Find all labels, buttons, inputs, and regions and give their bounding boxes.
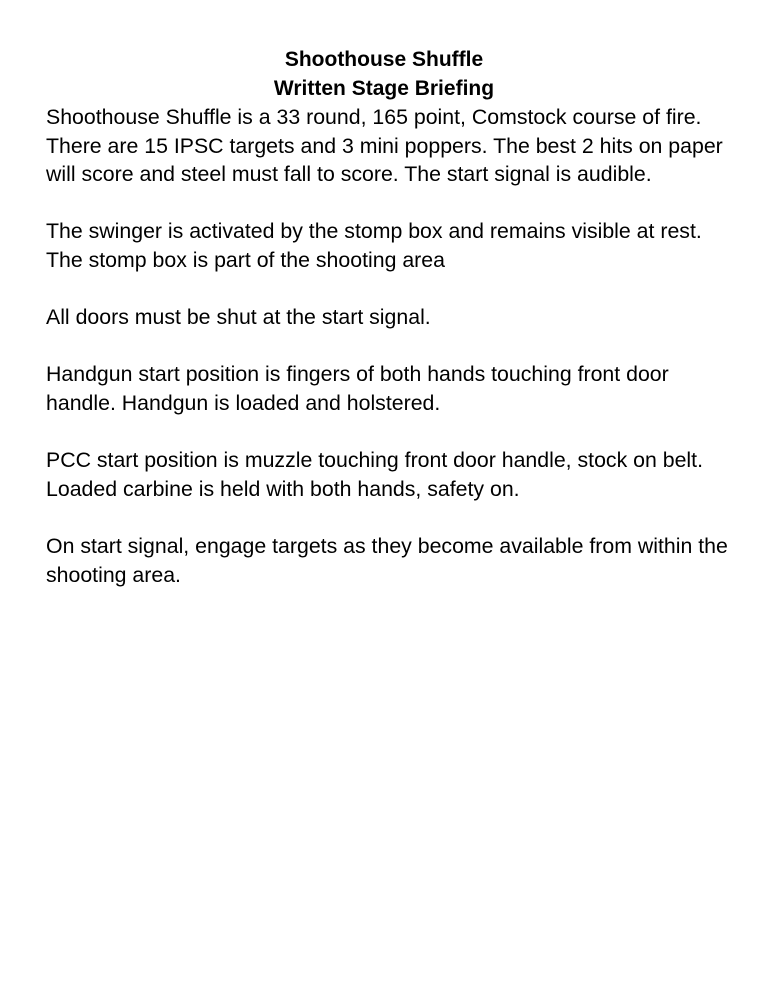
briefing-paragraph-handgun-start: Handgun start position is fingers of bot… xyxy=(46,362,669,415)
document-title: Shoothouse Shuffle xyxy=(284,48,484,71)
briefing-paragraph-doors: All doors must be shut at the start sign… xyxy=(46,305,431,330)
briefing-paragraph-swinger: The swinger is activated by the stomp bo… xyxy=(46,219,702,272)
briefing-body: Shoothouse Shuffle is a 33 round, 165 po… xyxy=(46,103,728,589)
document-subtitle: Written Stage Briefing xyxy=(273,76,495,100)
briefing-paragraph-pcc-start: PCC start position is muzzle touching fr… xyxy=(46,448,703,501)
document-heading: Shoothouse Shuffle Written Stage Briefin… xyxy=(40,46,728,103)
briefing-paragraph-procedure: On start signal, engage targets as they … xyxy=(46,533,728,587)
briefing-paragraph-overview: Shoothouse Shuffle is a 33 round, 165 po… xyxy=(46,105,723,187)
stage-briefing-page: Shoothouse Shuffle Written Stage Briefin… xyxy=(0,0,768,1008)
